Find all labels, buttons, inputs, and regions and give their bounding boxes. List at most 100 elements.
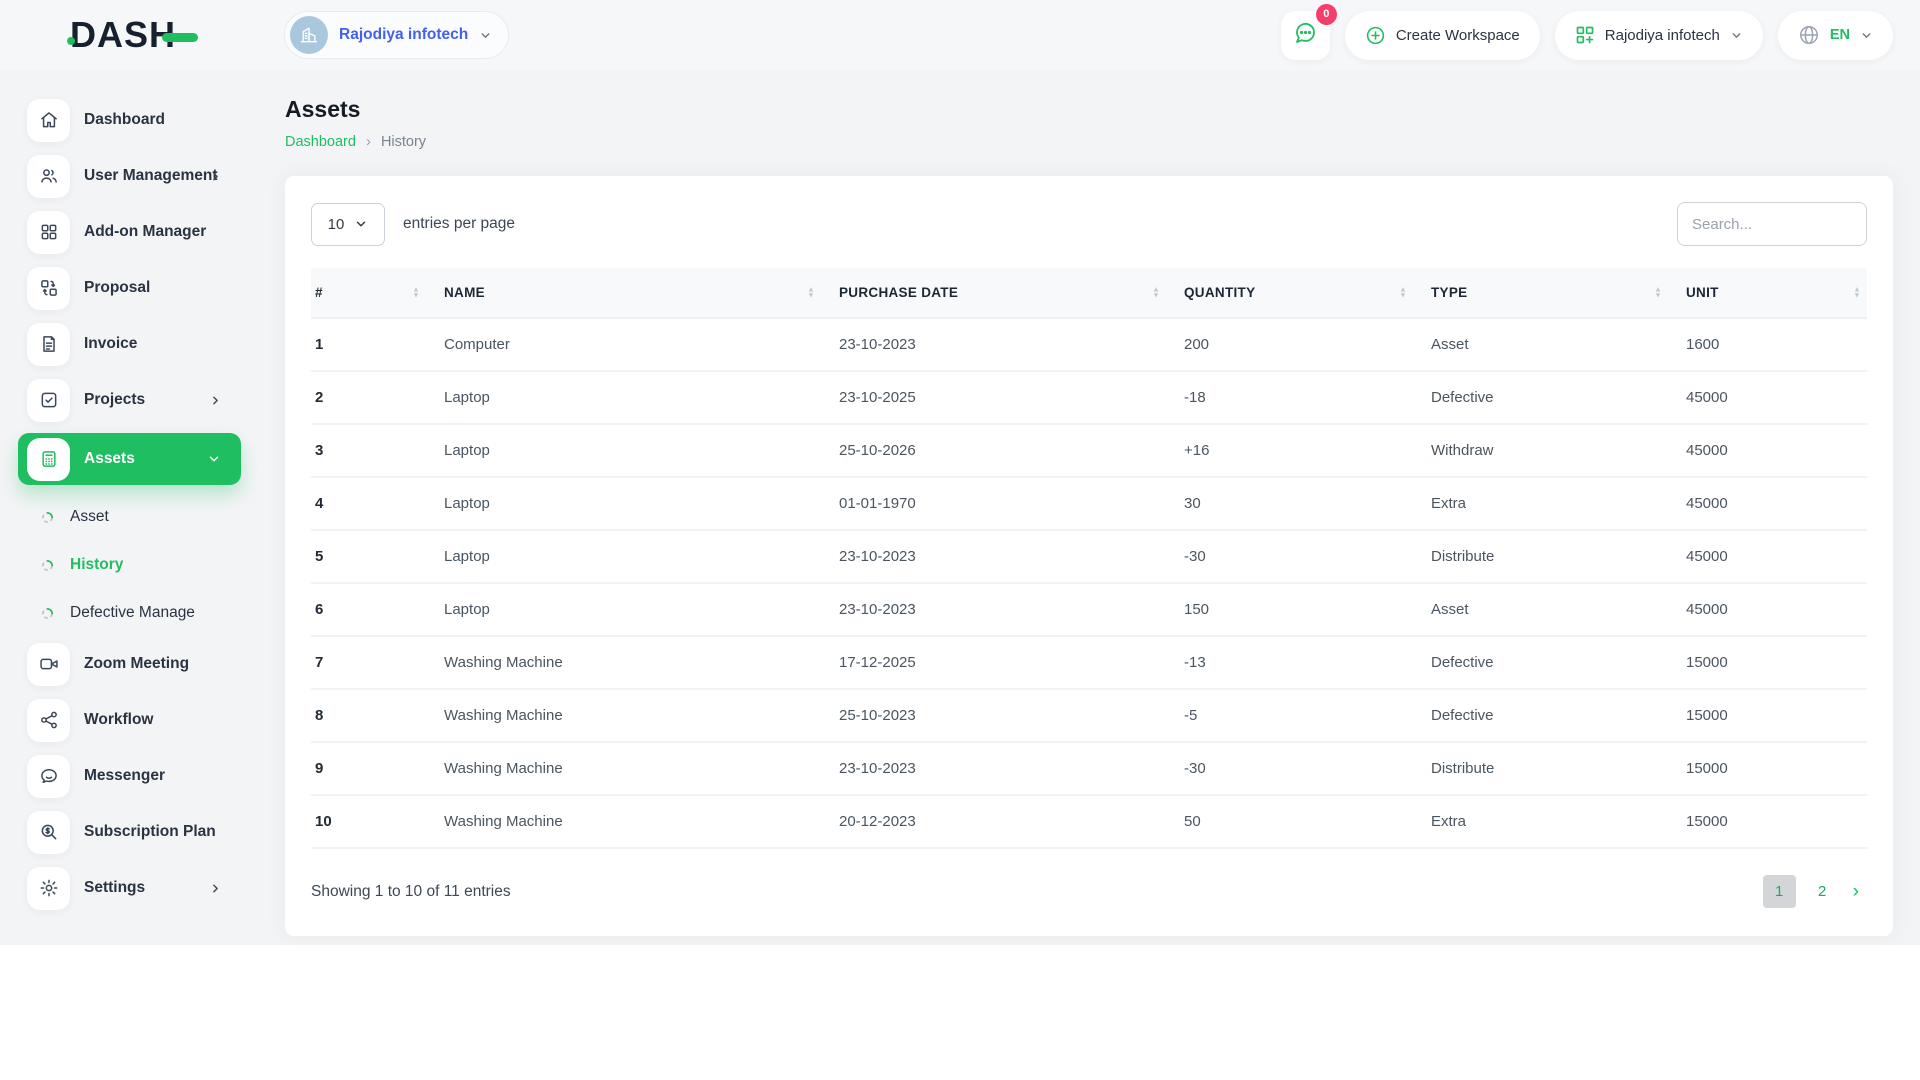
sidebar-subitem-label: History	[70, 556, 124, 573]
cell-purchase-date: 25-10-2026	[839, 424, 1184, 478]
sidebar-subitem-defective-manage[interactable]: Defective Manage	[0, 593, 255, 633]
sidebar-item-proposal[interactable]: Proposal	[0, 265, 255, 311]
sort-icon: ▲ ▼	[1654, 284, 1662, 300]
workspace-name: Rajodiya infotech	[339, 26, 469, 43]
cell-index: 5	[311, 530, 444, 584]
cell-type: Extra	[1431, 795, 1686, 849]
messages-button[interactable]: 0	[1280, 3, 1337, 60]
column-header-quantity[interactable]: QUANTITY ▲ ▼	[1184, 268, 1431, 319]
sidebar-item-label: User Management	[84, 167, 218, 184]
company-menu-label: Rajodiya infotech	[1604, 26, 1720, 44]
cell-quantity: -30	[1184, 742, 1431, 796]
pagination-next-button[interactable]: ›	[1849, 882, 1863, 901]
sidebar-item-label: Dashboard	[84, 111, 165, 128]
messenger-icon	[27, 754, 70, 798]
cell-purchase-date: 23-10-2025	[839, 371, 1184, 425]
cell-name: Washing Machine	[444, 689, 839, 743]
table-body: 1 Computer 23-10-2023 200 Asset 1600 2 Laptop 23…	[311, 318, 1867, 849]
sidebar-subitem-asset[interactable]: Asset	[0, 497, 255, 537]
column-header-name[interactable]: NAME ▲ ▼	[444, 268, 839, 319]
sidebar-item-settings[interactable]: Settings	[0, 865, 255, 911]
company-menu-button[interactable]: Rajodiya infotech	[1554, 10, 1763, 60]
cell-quantity: +16	[1184, 424, 1431, 478]
sidebar-subitem-history[interactable]: History	[0, 545, 255, 585]
sidebar-item-label: Invoice	[84, 335, 138, 352]
building-icon	[290, 16, 329, 54]
sidebar-item-label: Workflow	[84, 711, 154, 728]
cell-type: Defective	[1431, 689, 1686, 743]
sidebar-item-label: Proposal	[84, 279, 151, 296]
table-row: 9 Washing Machine 23-10-2023 -30 Distribute 1…	[311, 742, 1867, 796]
cell-index: 7	[311, 636, 444, 690]
app-logo[interactable]: DASH	[66, 14, 199, 56]
sidebar-item-invoice[interactable]: Invoice	[0, 321, 255, 367]
column-header-label: #	[315, 285, 323, 300]
cell-unit: 15000	[1686, 689, 1867, 743]
pagination-page-1[interactable]: 1	[1762, 875, 1796, 908]
cell-name: Laptop	[444, 583, 839, 637]
app-background: DASH Rajodiya infotech 0 Create Workspac…	[0, 0, 1920, 945]
cell-purchase-date: 23-10-2023	[839, 583, 1184, 637]
column-header-purchase-date[interactable]: PURCHASE DATE ▲ ▼	[839, 268, 1184, 319]
main-content: Assets Dashboard › History 10 entries pe…	[255, 70, 1920, 936]
logo-dash-accent	[162, 32, 199, 42]
cell-type: Withdraw	[1431, 424, 1686, 478]
cell-unit: 45000	[1686, 583, 1867, 637]
sidebar-item-zoom-meeting[interactable]: Zoom Meeting	[0, 641, 255, 687]
table-row: 2 Laptop 23-10-2025 -18 Defective 45000	[311, 371, 1867, 425]
cell-unit: 15000	[1686, 742, 1867, 796]
sidebar-item-user-management[interactable]: User Management	[0, 153, 255, 199]
cell-index: 10	[311, 795, 444, 849]
sidebar-item-add-on-manager[interactable]: Add-on Manager	[0, 209, 255, 255]
table-row: 8 Washing Machine 25-10-2023 -5 Defective 150…	[311, 689, 1867, 743]
breadcrumb: Dashboard › History	[285, 133, 1893, 150]
grid-icon	[27, 210, 70, 254]
chevron-down-icon	[207, 452, 221, 466]
sort-icon: ▲ ▼	[807, 284, 815, 300]
chevron-down-icon	[479, 29, 492, 42]
sidebar-item-workflow[interactable]: Workflow	[0, 697, 255, 743]
entries-per-page-select[interactable]: 10	[311, 202, 385, 246]
notification-badge: 0	[1315, 3, 1337, 25]
column-header-label: PURCHASE DATE	[839, 285, 959, 300]
column-header-unit[interactable]: UNIT ▲ ▼	[1686, 268, 1867, 319]
cell-index: 9	[311, 742, 444, 796]
chevron-down-icon	[1730, 29, 1743, 42]
column-header-type[interactable]: TYPE ▲ ▼	[1431, 268, 1686, 319]
chevron-down-icon	[354, 217, 368, 231]
sidebar-item-messenger[interactable]: Messenger	[0, 753, 255, 799]
pagination-page-2[interactable]: 2	[1806, 875, 1839, 908]
cell-purchase-date: 23-10-2023	[839, 530, 1184, 584]
sort-icon: ▲ ▼	[1399, 284, 1407, 300]
sidebar-item-subscription-plan[interactable]: Subscription Plan	[0, 809, 255, 855]
sidebar-item-dashboard[interactable]: Dashboard	[0, 97, 255, 143]
sidebar-item-label: Subscription Plan	[84, 823, 216, 840]
workspace-switcher[interactable]: Rajodiya infotech	[284, 11, 510, 59]
pagination: 1 2 ›	[1762, 875, 1863, 908]
cell-quantity: 200	[1184, 318, 1431, 372]
cell-unit: 45000	[1686, 424, 1867, 478]
invoice-icon	[27, 322, 70, 366]
table-row: 7 Washing Machine 17-12-2025 -13 Defective 15…	[311, 636, 1867, 690]
sidebar-item-assets[interactable]: Assets	[18, 433, 241, 485]
projects-icon	[27, 378, 70, 422]
page-title: Assets	[285, 96, 361, 122]
topbar-actions: 0 Create Workspace Rajodiya infotech EN	[1280, 3, 1893, 60]
breadcrumb-dashboard-link[interactable]: Dashboard	[285, 134, 356, 150]
cell-purchase-date: 23-10-2023	[839, 318, 1184, 372]
column-header-index[interactable]: # ▲ ▼	[311, 268, 444, 319]
language-menu-button[interactable]: EN	[1777, 10, 1893, 60]
create-workspace-button[interactable]: Create Workspace	[1344, 10, 1540, 60]
cell-index: 6	[311, 583, 444, 637]
cell-name: Laptop	[444, 477, 839, 531]
cell-index: 2	[311, 371, 444, 425]
chevron-right-icon	[209, 170, 222, 183]
cell-purchase-date: 17-12-2025	[839, 636, 1184, 690]
cell-type: Asset	[1431, 318, 1686, 372]
cell-purchase-date: 25-10-2023	[839, 689, 1184, 743]
table-controls: 10 entries per page	[311, 202, 1867, 246]
search-input[interactable]	[1677, 202, 1867, 246]
sidebar-item-projects[interactable]: Projects	[0, 377, 255, 423]
table-row: 4 Laptop 01-01-1970 30 Extra 45000	[311, 477, 1867, 531]
sidebar-subitem-label: Defective Manage	[70, 604, 195, 621]
